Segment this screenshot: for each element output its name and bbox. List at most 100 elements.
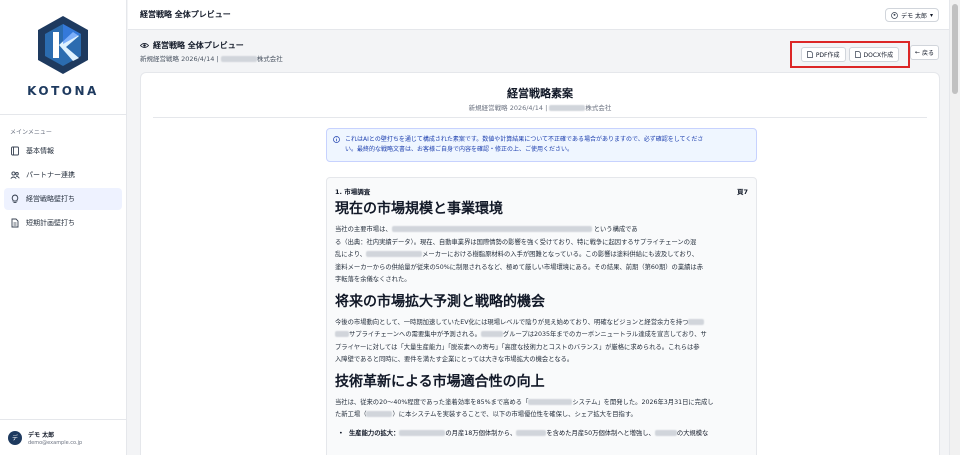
avatar: デ (8, 430, 22, 445)
document-title: 経営戦略素案 (507, 87, 573, 100)
bullet-label: 生産能力の拡大： (349, 429, 400, 437)
ai-notice: これはAIとの壁打ちを通じて構成された素案です。数値や計算結果について不正確であ… (326, 128, 757, 162)
export-buttons-highlight: PDF作成 DOCX作成 (790, 41, 910, 68)
redacted-company-name (220, 56, 257, 62)
redacted-text (516, 429, 547, 436)
text-run: ）に本システムを実装することで、以下の市場優位性を確保し、シェア拡大を目指す。 (392, 411, 637, 418)
text-run: 乱により、 (335, 251, 367, 258)
sidebar-item-short-term[interactable]: 短期計画壁打ち (4, 212, 122, 234)
text-run: た新工場（ (335, 411, 367, 418)
sidebar-item-label: 短期計画壁打ち (26, 219, 75, 227)
document-preview: 経営戦略素案 新規経営戦略 2026/4/14 | 株式会社 これはAIとの壁打… (140, 72, 940, 455)
file-icon (806, 51, 813, 58)
docx-export-button[interactable]: DOCX作成 (848, 47, 900, 62)
text-run: グループは2035年までのカーボンニュートラル達成を宣言しており、サ (502, 331, 707, 338)
user-menu-button[interactable]: デモ 太郎 ▾ (885, 8, 939, 22)
document-subtitle-suffix: 株式会社 (585, 104, 612, 112)
file-icon (854, 51, 861, 58)
sidebar: KOTONA メインメニュー 基本情報 パートナー連携 経営戦略壁打ち 短期計画… (0, 0, 127, 455)
text-run: 当社は、従来の20〜40%程度であった塗着効率を85%まで高める「 (335, 398, 529, 406)
text-run: の月産18万個体制から、 (445, 429, 517, 437)
redacted-text (654, 429, 677, 436)
text-run: 入障壁であると同時に、要件を満たす企業にとっては大きな市場拡大の機会となる。 (335, 356, 574, 363)
menu-title: メインメニュー (10, 129, 52, 136)
text-run: システム」を開発した。2026年3月31日に完成し (572, 398, 714, 406)
page-scrollbar[interactable] (949, 0, 960, 455)
text-run: という構成であ (593, 226, 638, 233)
document-subtitle: 新規経営戦略 2026/4/14 | 株式会社 (141, 102, 939, 112)
kotona-logo-icon (38, 16, 88, 74)
text-run: 今後の市場動向として、一時期加速していたEV化には現場レベルで陰りが見え始めてお… (335, 318, 689, 326)
notice-line-1: これはAIとの壁打ちを通じて構成された素案です。数値や計算結果について不正確であ… (345, 136, 704, 143)
document-subtitle-prefix: 新規経営戦略 2026/4/14 | (468, 104, 548, 112)
page-subtitle-prefix: 新規経営戦略 2026/4/14 | (140, 55, 219, 63)
paragraph-future: 今後の市場動向として、一時期加速していたEV化には現場レベルで陰りが見え始めてお… (335, 317, 748, 367)
redacted-text (480, 331, 503, 337)
user-menu-label: デモ 太郎 (901, 12, 927, 20)
paragraph-market: 当社の主要市場は、 という構成であ る（出典：社内実績データ）。現在、自動車業界… (335, 224, 748, 287)
redacted-text (688, 318, 705, 325)
text-run: メーカーにおける樹脂原材料の入手が困難となっている。この影響は塗料供給にも波及し… (422, 251, 699, 258)
redacted-text (399, 429, 446, 436)
page-subtitle: 新規経営戦略 2026/4/14 | 株式会社 (140, 53, 283, 63)
chevron-down-icon: ▾ (929, 11, 933, 19)
page-title: 経営戦略 全体プレビュー (140, 40, 244, 51)
redacted-text (366, 251, 423, 257)
redacted-text (335, 331, 349, 337)
sidebar-item-strategy[interactable]: 経営戦略壁打ち (4, 188, 122, 210)
pdf-export-button[interactable]: PDF作成 (800, 47, 846, 62)
sidebar-item-label: パートナー連携 (26, 171, 75, 179)
scrollbar-thumb[interactable] (952, 4, 958, 94)
logo[interactable]: KOTONA (0, 0, 126, 110)
user-circle-icon (891, 11, 898, 19)
lightbulb-icon (11, 194, 19, 203)
text-run: プライヤーに対しては「大量生産能力」「脱炭素への寄与」「高度な技術力とコストのバ… (335, 343, 700, 351)
page-title-text: 経営戦略 全体プレビュー (153, 41, 244, 50)
page-subtitle-suffix: 株式会社 (256, 55, 283, 63)
sidebar-item-label: 経営戦略壁打ち (26, 195, 75, 203)
text-run: 塗料メーカーからの供給量が従来の50%に制限されるなど、極めて厳しい市場環境にあ… (335, 263, 704, 271)
document-icon (11, 218, 19, 228)
heading-market-size: 現在の市場規模と事業環境 (335, 201, 503, 217)
sidebar-menu: 基本情報 パートナー連携 経営戦略壁打ち 短期計画壁打ち (4, 140, 122, 236)
sidebar-item-label: 基本情報 (26, 147, 54, 155)
list-item: 生産能力の拡大： の月産18万個体制から、 を含めた月産50万個体制へと増強し、 の大… (335, 428, 748, 440)
logo-text: KOTONA (27, 84, 99, 98)
user-email: demo@example.co.jp (28, 439, 83, 446)
back-button[interactable]: ← 戻る (909, 45, 939, 60)
heading-tech-innovation: 技術革新による市場適合性の向上 (335, 373, 545, 390)
sidebar-item-basic-info[interactable]: 基本情報 (4, 140, 122, 162)
back-button-label: 戻る (921, 50, 934, 57)
notice-line-2: い。最終的な戦略文書は、お客様ご自身で内容を確認・修正の上、ご使用ください。 (345, 146, 574, 153)
text-run: る（出典：社内実績データ）。現在、自動車業界は国際情勢の影響を強く受けており、特… (335, 238, 697, 246)
text-run: サプライチェーンへの需要集中が予測される。 (349, 331, 481, 338)
section-market-research: 1. 市場調査 頁7 現在の市場規模と事業環境 当社の主要市場は、 という構成で… (326, 177, 757, 455)
section-header: 1. 市場調査 頁7 (335, 186, 748, 198)
sidebar-item-partner[interactable]: パートナー連携 (4, 164, 122, 186)
docx-export-label: DOCX作成 (863, 52, 894, 59)
paragraph-tech: 当社は、従来の20〜40%程度であった塗着効率を85%まで高める「 システム」を開… (335, 397, 748, 422)
heading-future-forecast: 将来の市場拡大予測と戦略的機会 (335, 293, 545, 310)
document-divider (153, 117, 927, 118)
user-profile[interactable]: デ デモ 太郎 demo@example.co.jp (0, 419, 127, 455)
redacted-company-name (549, 105, 586, 111)
text-run: を含めた月産50万個体制へと増強し、 (546, 429, 655, 437)
pdf-export-label: PDF作成 (815, 52, 840, 59)
redacted-text (391, 226, 592, 232)
section-label: 1. 市場調査 (335, 188, 371, 196)
text-run: 字転落を余儀なくされた。 (335, 276, 411, 283)
text-run: の大規模な (676, 429, 709, 437)
eye-icon (140, 43, 149, 48)
topbar: 経営戦略 全体プレビュー デモ 太郎 ▾ (128, 0, 949, 30)
arrow-left-icon: ← (914, 49, 920, 56)
sidebar-divider (0, 114, 127, 115)
user-name: デモ 太郎 (28, 431, 55, 439)
users-icon (10, 171, 20, 179)
topbar-title: 経営戦略 全体プレビュー (140, 10, 231, 19)
redacted-text (366, 411, 393, 417)
section-page: 頁7 (736, 188, 748, 196)
redacted-text (528, 398, 573, 405)
book-icon (11, 146, 19, 156)
info-icon (333, 136, 340, 143)
content-header: 経営戦略 全体プレビュー 新規経営戦略 2026/4/14 | 株式会社 PDF… (128, 30, 949, 70)
